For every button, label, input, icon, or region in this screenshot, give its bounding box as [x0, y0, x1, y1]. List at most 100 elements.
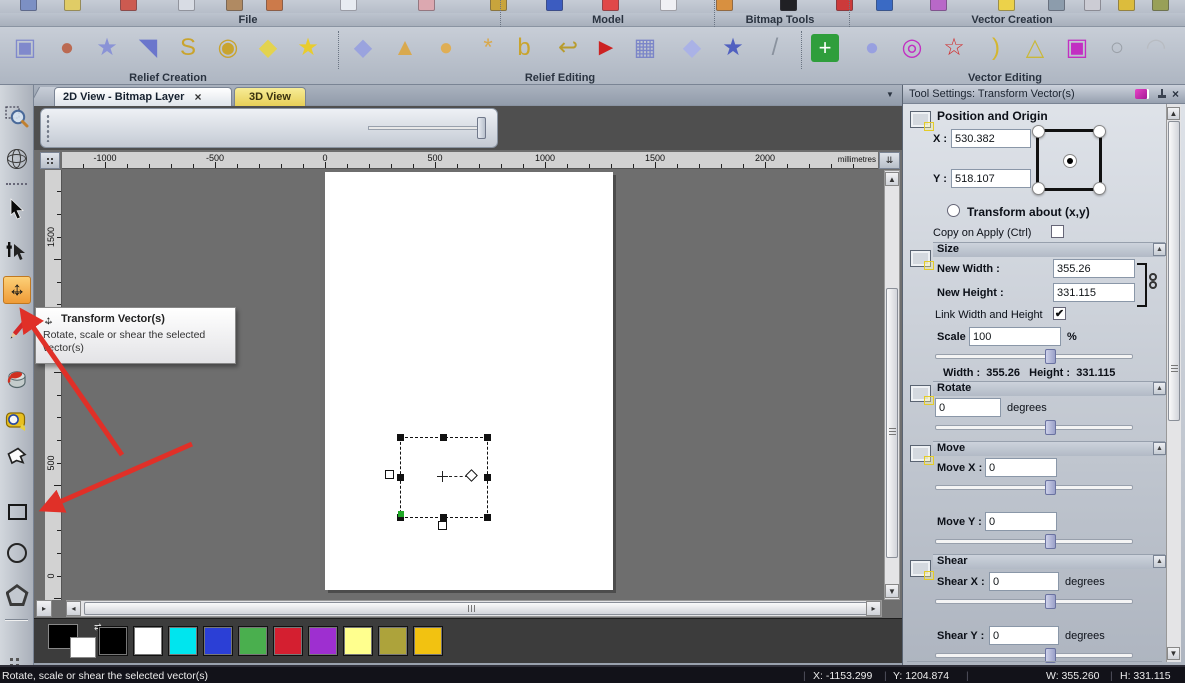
toolbar-icon[interactable] [930, 0, 947, 11]
tab-3d-view[interactable]: 3D View [234, 87, 306, 106]
move-x-slider-thumb[interactable] [1045, 480, 1056, 495]
star-stamp-icon[interactable]: ★ [716, 31, 750, 65]
y-position-input[interactable] [951, 169, 1031, 188]
move-y-input[interactable] [985, 512, 1057, 531]
scale-slider-thumb[interactable] [1045, 349, 1056, 364]
arc-arrow-icon[interactable]: ) [979, 31, 1013, 65]
shear-y-input[interactable] [989, 626, 1059, 645]
zoom-slider-track[interactable] [368, 126, 486, 130]
select-vectors-tool[interactable] [3, 196, 31, 224]
inflate-bag-icon[interactable]: ● [855, 31, 889, 65]
toolbar-grip[interactable] [46, 114, 50, 142]
cone-relief-icon[interactable]: ▲ [388, 31, 422, 65]
plane-relief-icon[interactable]: ◆ [346, 31, 380, 65]
wavy-star-icon[interactable]: ☆ [937, 31, 971, 65]
scale-input[interactable] [969, 327, 1061, 346]
panel-scroll-down-icon[interactable]: ▼ [1167, 647, 1180, 660]
toolbar-icon[interactable] [546, 0, 563, 11]
toolbar-icon[interactable] [120, 0, 137, 11]
letter-s-texture-icon[interactable]: S [171, 31, 205, 65]
selection-handle-bm[interactable] [440, 514, 447, 521]
copy-on-apply-checkbox[interactable] [1051, 225, 1064, 238]
measure-tool[interactable] [3, 407, 31, 435]
move-y-slider-thumb[interactable] [1045, 534, 1056, 549]
teardrop-relief-icon[interactable]: ● [50, 31, 84, 65]
weave-sphere-icon[interactable]: ◉ [211, 31, 245, 65]
green-plus-icon[interactable]: + [811, 34, 839, 62]
horizontal-scrollbar-thumb[interactable] [84, 602, 876, 615]
pan-rotate-view-tool[interactable] [3, 145, 31, 173]
flood-fill-tool[interactable] [3, 366, 31, 394]
toolbar-icon[interactable] [226, 0, 243, 11]
palette-colour-swatch[interactable] [133, 626, 163, 656]
pencil-draw-tool[interactable] [3, 317, 31, 345]
node-editing-tool[interactable] [3, 237, 31, 265]
model-page[interactable] [325, 172, 613, 590]
scroll-up-arrow-icon[interactable]: ▲ [885, 172, 899, 186]
palette-colour-swatch[interactable] [308, 626, 338, 656]
ruler-options-button[interactable]: ⇊ [879, 152, 900, 169]
toolbar-icon[interactable] [64, 0, 81, 11]
toolbar-icon[interactable] [602, 0, 619, 11]
toolbar-icon[interactable] [1048, 0, 1065, 11]
create-polygon-tool[interactable] [3, 581, 31, 609]
carve-knife-icon[interactable]: / [758, 31, 792, 65]
move-y-slider[interactable] [935, 534, 1133, 549]
tab-close-icon[interactable]: × [194, 90, 201, 104]
x-position-input[interactable] [951, 129, 1031, 148]
origin-corner-tl[interactable] [1032, 125, 1045, 138]
toolbar-icon[interactable] [1118, 0, 1135, 11]
nested-squares-icon[interactable]: ▣ [1060, 31, 1094, 65]
panel-close-icon[interactable]: × [1172, 87, 1179, 101]
folded-star-icon[interactable]: ★ [291, 31, 325, 65]
toolbar-icon[interactable] [836, 0, 853, 11]
overlapping-squares-icon[interactable]: ▣ [8, 31, 42, 65]
palette-colour-swatch[interactable] [238, 626, 268, 656]
toolbar-icon[interactable] [418, 0, 435, 11]
arc-outline-icon[interactable]: ◠ [1139, 31, 1173, 65]
new-width-input[interactable] [1053, 259, 1135, 278]
link-width-height-checkbox[interactable]: ✔ [1053, 307, 1066, 320]
rotate-slider[interactable] [935, 420, 1133, 435]
toolbar-icon[interactable] [20, 0, 37, 11]
origin-selector-widget[interactable] [1036, 129, 1102, 191]
palette-colour-swatch[interactable] [273, 626, 303, 656]
profile-outline-icon[interactable]: △ [1018, 31, 1052, 65]
mushroom-relief-icon[interactable]: ● [429, 31, 463, 65]
scale-slider[interactable] [935, 349, 1133, 364]
selection-handle-br[interactable] [484, 514, 491, 521]
selection-handle-mr[interactable] [484, 474, 491, 481]
star-dome-icon[interactable]: ★ [90, 31, 124, 65]
zoom-slider-thumb[interactable] [477, 117, 486, 139]
origin-corner-br[interactable] [1093, 182, 1106, 195]
tab-overflow-chevron-icon[interactable]: ▼ [882, 90, 898, 104]
selection-stretch-handle-left[interactable] [385, 470, 394, 479]
palette-colour-swatch[interactable] [343, 626, 373, 656]
toolbar-icon[interactable] [876, 0, 893, 11]
shear-x-slider[interactable] [935, 594, 1133, 609]
vertical-scrollbar-thumb[interactable] [886, 288, 898, 558]
transform-about-radio[interactable] [947, 204, 960, 217]
size-collapse-button[interactable]: ▲ [1153, 243, 1166, 256]
toolbar-icon[interactable] [1152, 0, 1169, 11]
move-x-input[interactable] [985, 458, 1057, 477]
selection-handle-ml[interactable] [397, 474, 404, 481]
selection-handle-tm[interactable] [440, 434, 447, 441]
rotate-angle-input[interactable] [935, 398, 1001, 417]
scroll-down-arrow-icon[interactable]: ▼ [885, 584, 899, 598]
scroll-left-arrow-icon[interactable]: ◂ [66, 601, 81, 616]
pane-toggle-button[interactable]: ▸ [36, 600, 52, 617]
stacked-sheets-icon[interactable]: ◆ [251, 31, 285, 65]
toolbar-icon[interactable] [266, 0, 283, 11]
tab-2d-view[interactable]: 2D View - Bitmap Layer × [54, 87, 232, 106]
transform-vectors-tool[interactable]: ↔↕ [3, 276, 31, 304]
frame-oval-icon[interactable]: ◎ [895, 31, 929, 65]
toolbar-icon[interactable] [1084, 0, 1101, 11]
palette-colour-swatch[interactable] [98, 626, 128, 656]
selection-handle-tr[interactable] [484, 434, 491, 441]
move-collapse-button[interactable]: ▲ [1153, 442, 1166, 455]
letter-b-emboss-icon[interactable]: b [507, 31, 541, 65]
panel-scroll-up-icon[interactable]: ▲ [1167, 107, 1180, 120]
toolbar-icon[interactable] [660, 0, 677, 11]
create-ellipse-tool[interactable] [3, 539, 31, 567]
